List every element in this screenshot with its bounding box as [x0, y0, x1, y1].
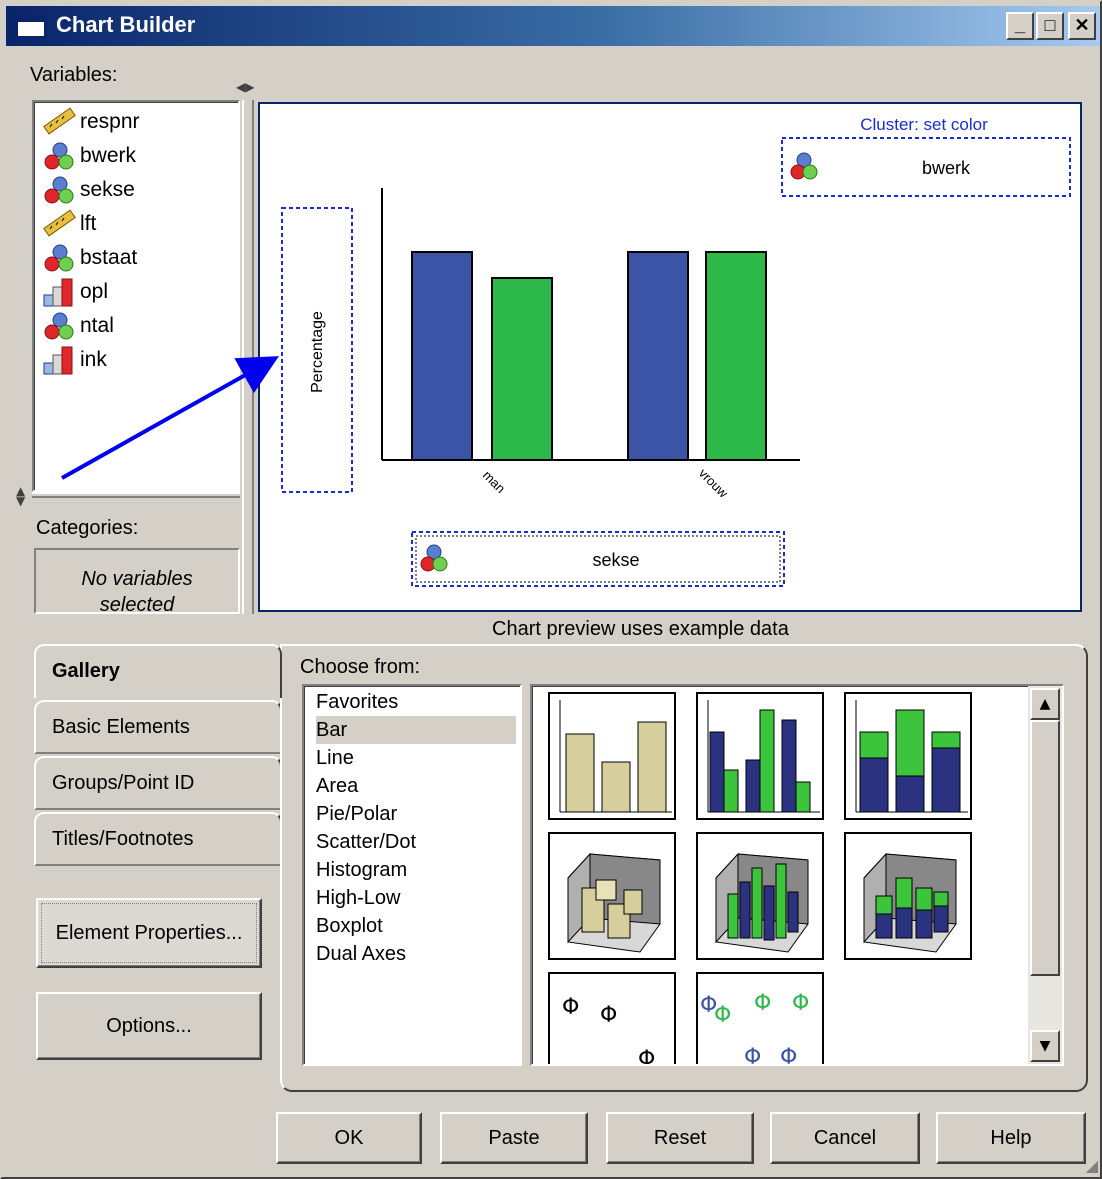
categories-empty-text: No variables selected: [34, 548, 240, 616]
scale-ruler-icon: [42, 107, 76, 137]
variable-name: ntal: [80, 314, 114, 337]
svg-text:Φ: Φ: [744, 1045, 761, 1066]
close-button[interactable]: ✕: [1068, 12, 1096, 40]
svg-text:Φ: Φ: [600, 1003, 617, 1028]
tab-gallery[interactable]: Gallery: [34, 644, 282, 698]
variable-item-respnr[interactable]: respnr: [42, 106, 140, 138]
variable-item-ntal[interactable]: ntal: [42, 310, 114, 342]
y-axis-drop-label: Percentage: [309, 311, 326, 393]
cluster-label: Cluster: set color: [860, 115, 988, 134]
variable-name: respnr: [80, 110, 140, 133]
scroll-thumb[interactable]: [1030, 720, 1060, 976]
x-nominal-icon: [420, 544, 448, 572]
resize-grip-icon[interactable]: ◢: [1086, 1156, 1098, 1175]
chart-canvas[interactable]: Percentage man vrouw Cluster: set color …: [258, 102, 1082, 612]
help-button[interactable]: Help: [936, 1112, 1086, 1164]
chart-type-histogram[interactable]: Histogram: [316, 856, 516, 884]
splitter-vertical-icon[interactable]: ▲ ▼: [16, 485, 25, 507]
scroll-up-icon[interactable]: ▲: [1030, 688, 1060, 720]
variable-name: lft: [80, 212, 97, 235]
ordinal-bars-icon: [42, 277, 76, 307]
variable-item-lft[interactable]: lft: [42, 208, 96, 240]
chart-type-list[interactable]: Favorites Bar Line Area Pie/Polar Scatter/Dot…: [302, 684, 522, 1066]
paste-button[interactable]: Paste: [440, 1112, 588, 1164]
svg-text:Φ: Φ: [754, 991, 771, 1016]
tab-groups-point-id[interactable]: Groups/Point ID: [34, 756, 282, 810]
choose-from-label: Choose from:: [300, 656, 421, 678]
vertical-splitter[interactable]: [242, 100, 254, 614]
variable-name: bwerk: [80, 144, 137, 167]
chart-type-area[interactable]: Area: [316, 772, 516, 800]
x-axis-variable: sekse: [592, 550, 639, 570]
svg-text:Φ: Φ: [780, 1045, 797, 1066]
variables-label: Variables:: [30, 64, 118, 86]
thumb-error-bar[interactable]: ΦΦΦ: [548, 972, 676, 1066]
reset-button[interactable]: Reset: [606, 1112, 754, 1164]
chart-type-boxplot[interactable]: Boxplot: [316, 912, 516, 940]
chart-preview-svg: Percentage man vrouw Cluster: set color …: [281, 115, 1071, 587]
bar-vrouw-series1: [627, 251, 689, 461]
variable-name: opl: [80, 280, 109, 303]
x-tick-man: man: [480, 468, 508, 496]
variable-item-sekse[interactable]: sekse: [42, 174, 135, 206]
variables-list[interactable]: respnr bwerk sekse lft bstaat opl ntal ink: [32, 100, 240, 492]
variable-name: bstaat: [80, 246, 138, 269]
bar-vrouw-series2: [705, 251, 767, 461]
variable-item-bstaat[interactable]: bstaat: [42, 242, 137, 274]
svg-text:Φ: Φ: [562, 995, 579, 1020]
nominal-balls-icon: [42, 311, 76, 341]
variable-name: sekse: [80, 178, 135, 201]
variable-item-opl[interactable]: opl: [42, 276, 108, 308]
bar-man-series1: [411, 251, 473, 461]
ordinal-bars-icon: [42, 345, 76, 375]
gallery-scrollbar[interactable]: ▲ ▼: [1028, 686, 1062, 1064]
window-title: Chart Builder: [56, 12, 196, 37]
nominal-balls-icon: [42, 141, 76, 171]
chart-type-pie-polar[interactable]: Pie/Polar: [316, 800, 516, 828]
options-button[interactable]: Options...: [36, 992, 262, 1060]
thumb-stacked-bar[interactable]: [844, 692, 972, 820]
nominal-balls-icon: [42, 243, 76, 273]
variable-name: ink: [80, 348, 107, 371]
variable-item-ink[interactable]: ink: [42, 344, 107, 376]
chart-type-bar[interactable]: Bar: [316, 716, 516, 744]
thumb-simple-bar[interactable]: [548, 692, 676, 820]
nominal-balls-icon: [42, 175, 76, 205]
categories-label: Categories:: [36, 517, 139, 539]
thumb-3d-stacked-bar[interactable]: [844, 832, 972, 960]
svg-text:Φ: Φ: [714, 1003, 731, 1028]
chart-builder-window: Chart Builder _ □ ✕ Variables: ◀▶ respnr…: [0, 0, 1102, 1179]
chart-type-scatter-dot[interactable]: Scatter/Dot: [316, 828, 516, 856]
ok-button[interactable]: OK: [276, 1112, 422, 1164]
window-icon: [16, 16, 46, 38]
element-properties-button[interactable]: Element Properties...: [36, 898, 262, 968]
horizontal-splitter[interactable]: [32, 492, 240, 498]
gallery-thumbnails[interactable]: ΦΦΦ ΦΦ ΦΦ ΦΦ: [530, 684, 1064, 1066]
thumb-3d-bar[interactable]: [548, 832, 676, 960]
x-tick-vrouw: vrouw: [696, 466, 732, 502]
variable-item-bwerk[interactable]: bwerk: [42, 140, 136, 172]
minimize-button[interactable]: _: [1006, 12, 1034, 40]
thumb-3d-clustered-bar[interactable]: [696, 832, 824, 960]
chart-type-dual-axes[interactable]: Dual Axes: [316, 940, 516, 968]
splitter-arrows-icon[interactable]: ◀▶: [236, 80, 254, 94]
tab-basic-elements[interactable]: Basic Elements: [34, 700, 282, 754]
title-bar[interactable]: Chart Builder _ □ ✕: [6, 6, 1100, 46]
tab-titles-footnotes[interactable]: Titles/Footnotes: [34, 812, 282, 866]
preview-note: Chart preview uses example data: [492, 618, 789, 640]
svg-text:Φ: Φ: [792, 991, 809, 1016]
cluster-variable: bwerk: [922, 158, 971, 178]
cancel-button[interactable]: Cancel: [770, 1112, 920, 1164]
chart-type-favorites[interactable]: Favorites: [316, 688, 516, 716]
thumb-clustered-error-bar[interactable]: ΦΦ ΦΦ ΦΦ: [696, 972, 824, 1066]
thumb-clustered-bar[interactable]: [696, 692, 824, 820]
scale-ruler-icon: [42, 209, 76, 239]
chart-type-line[interactable]: Line: [316, 744, 516, 772]
svg-text:Φ: Φ: [638, 1047, 655, 1066]
cluster-nominal-icon: [790, 152, 818, 180]
bar-man-series2: [491, 277, 553, 461]
chart-type-high-low[interactable]: High-Low: [316, 884, 516, 912]
maximize-button[interactable]: □: [1036, 12, 1064, 40]
scroll-down-icon[interactable]: ▼: [1030, 1030, 1060, 1062]
